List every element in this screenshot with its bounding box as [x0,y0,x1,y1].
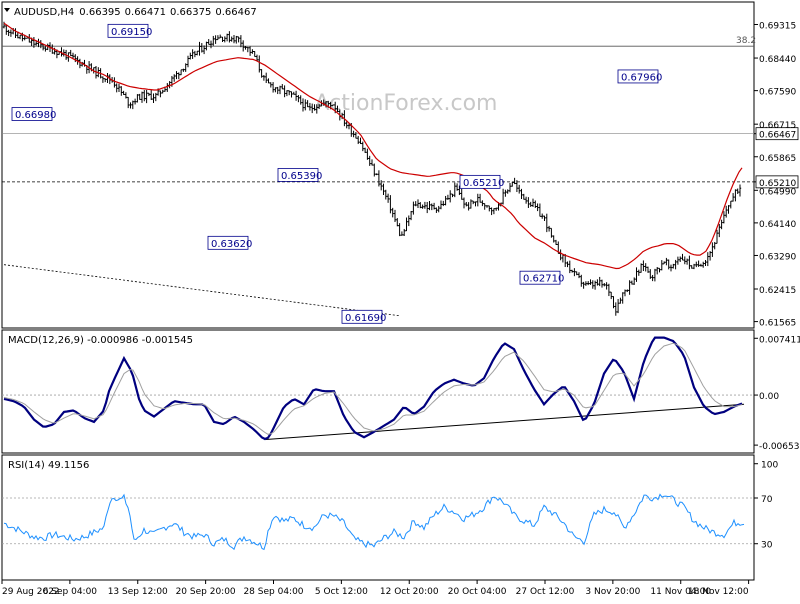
price-label-text: 0.66980 [15,110,56,121]
price-label-0-69150: 0.69150 [107,23,152,38]
header-symbol: AUDUSD,H4 [14,7,74,18]
time-axis-label: 5 Oct 12:00 [315,587,368,597]
rsi-axis-label: 100 [761,461,778,471]
price-label-0-66980: 0.66980 [11,107,56,121]
macd-axis-label: -0.006532 [759,442,800,452]
price-axis-label: 0.67590 [759,88,796,98]
price-label-text: 0.65210 [463,178,504,189]
time-axis-label: 18 Nov 12:00 [688,587,749,597]
header-high: 0.66471 [125,7,166,18]
time-axis-label: 20 Oct 04:00 [448,587,507,597]
watermark: ActionForex.com [315,91,498,116]
time-axis-label: 28 Sep 04:00 [243,587,303,597]
price-label-text: 0.67960 [621,72,662,83]
fib-38-label: 38.2 [736,36,756,46]
price-axis-label: 0.66467 [759,131,796,141]
price-axis-label: 0.62415 [759,286,796,296]
chart-header: AUDUSD,H4 0.66395 0.66471 0.66375 0.66467 [14,7,257,18]
price-axis-label: 0.63290 [759,252,796,262]
price-label-0-63620: 0.63620 [207,235,252,250]
time-axis-label: 12 Oct 20:00 [380,587,439,597]
header-close: 0.66467 [215,7,256,18]
time-axis-label: 6 Sep 04:00 [43,587,98,597]
price-label-0-61690: 0.61690 [341,309,386,324]
price-axis-label: 0.64990 [759,187,796,197]
time-axis-label: 27 Oct 12:00 [516,587,575,597]
price-axis-label: 0.65865 [759,154,796,164]
price-axis-label: 0.68440 [759,55,796,65]
time-axis-label: 3 Nov 20:00 [585,587,640,597]
chart-svg: AUDUSD,H4 0.66395 0.66471 0.66375 0.66467 Ac… [0,0,800,600]
price-label-text: 0.62710 [523,274,564,285]
price-label-text: 0.61690 [345,313,386,324]
rsi-title: RSI(14) 49.1156 [8,460,89,471]
rsi-axis-label: 30 [761,541,773,551]
macd-axis-label: 0.007411 [759,335,800,345]
price-label-0-62710: 0.62710 [519,270,564,285]
chart-root: AUDUSD,H4 0.66395 0.66471 0.66375 0.66467 Ac… [0,0,800,600]
price-label-0-65390: 0.65390 [277,168,322,182]
time-axis-label: 13 Sep 12:00 [108,587,168,597]
price-label-0-67960: 0.67960 [617,69,662,83]
price-label-text: 0.65390 [281,171,322,182]
time-axis-label: 20 Sep 20:00 [176,587,236,597]
price-axis-label: 0.64140 [759,220,796,230]
price-label-text: 0.69150 [111,27,152,38]
rsi-axis-label: 70 [761,495,773,505]
header-low: 0.66375 [170,7,211,18]
price-axis-label: 0.69315 [759,22,796,32]
macd-axis-label: 0.00 [759,392,779,402]
price-label-0-65210: 0.65210 [459,174,504,189]
header-open: 0.66395 [79,7,120,18]
price-label-text: 0.63620 [211,239,252,250]
macd-title: MACD(12,26,9) -0.000986 -0.001545 [8,335,193,346]
price-axis-label: 0.61565 [759,319,796,329]
